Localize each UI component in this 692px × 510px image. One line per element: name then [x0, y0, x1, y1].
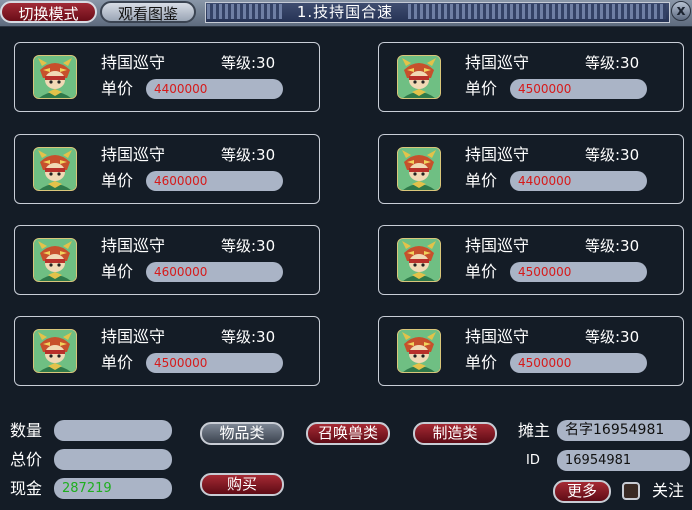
item-card[interactable]: 持国巡守 等级:30 单价 4500000: [378, 316, 684, 386]
dragon-warrior-portrait-icon: [397, 55, 441, 99]
stall-id-label: ID: [526, 453, 540, 468]
price-field: 4600000: [146, 171, 283, 191]
price-field: 4500000: [510, 353, 647, 373]
switch-mode-button[interactable]: 切换模式: [0, 1, 97, 23]
item-name: 持国巡守: [101, 145, 166, 164]
dragon-warrior-portrait-icon: [33, 329, 77, 373]
cash-field: 287219: [54, 478, 172, 499]
dragon-warrior-portrait-icon: [33, 147, 77, 191]
price-field: 4400000: [510, 171, 647, 191]
stall-id-field: 16954981: [557, 450, 690, 471]
item-card[interactable]: 持国巡守 等级:30 单价 4500000: [378, 42, 684, 112]
title-ornament-right: [408, 4, 666, 19]
item-name: 持国巡守: [465, 53, 530, 72]
summon-category-button[interactable]: 召唤兽类: [306, 422, 390, 445]
item-card[interactable]: 持国巡守 等级:30 单价 4500000: [378, 225, 684, 295]
cash-label: 现金: [10, 479, 43, 498]
item-level: 等级:30: [221, 54, 276, 72]
price-field: 4600000: [146, 262, 283, 282]
dragon-warrior-portrait-icon: [397, 329, 441, 373]
total-price-label: 总价: [10, 450, 43, 469]
item-name: 持国巡守: [101, 53, 166, 72]
price-field: 4400000: [146, 79, 283, 99]
price-field: 4500000: [510, 262, 647, 282]
item-card[interactable]: 持国巡守 等级:30 单价 4600000: [14, 225, 320, 295]
item-name: 持国巡守: [465, 327, 530, 346]
price-label: 单价: [465, 79, 498, 98]
title-bar: 切换模式 观看图鉴 1.技持国合速 x: [0, 0, 692, 27]
item-name: 持国巡守: [465, 236, 530, 255]
crafting-category-button[interactable]: 制造类: [413, 422, 497, 445]
dragon-warrior-portrait-icon: [33, 55, 77, 99]
more-button[interactable]: 更多: [553, 480, 611, 503]
item-level: 等级:30: [585, 146, 640, 164]
dragon-warrior-portrait-icon: [397, 238, 441, 282]
item-level: 等级:30: [585, 54, 640, 72]
item-level: 等级:30: [585, 328, 640, 346]
total-price-field: [54, 449, 172, 470]
item-level: 等级:30: [221, 328, 276, 346]
price-label: 单价: [101, 262, 134, 281]
buy-button[interactable]: 购买: [200, 473, 284, 496]
dragon-warrior-portrait-icon: [33, 238, 77, 282]
item-card[interactable]: 持国巡守 等级:30 单价 4500000: [14, 316, 320, 386]
item-name: 持国巡守: [101, 327, 166, 346]
item-level: 等级:30: [221, 146, 276, 164]
price-label: 单价: [465, 262, 498, 281]
follow-label: 关注: [652, 481, 685, 500]
stall-owner-label: 摊主: [518, 421, 551, 440]
price-field: 4500000: [146, 353, 283, 373]
title-ornament-left: [207, 4, 282, 19]
stall-owner-field: 名字16954981: [557, 420, 690, 441]
price-label: 单价: [465, 171, 498, 190]
quantity-input[interactable]: [54, 420, 172, 441]
item-level: 等级:30: [221, 237, 276, 255]
follow-checkbox[interactable]: [622, 482, 640, 500]
items-category-button[interactable]: 物品类: [200, 422, 284, 445]
dragon-warrior-portrait-icon: [397, 147, 441, 191]
close-icon[interactable]: x: [671, 1, 691, 21]
price-label: 单价: [101, 171, 134, 190]
item-card[interactable]: 持国巡守 等级:30 单价 4600000: [14, 134, 320, 204]
item-card[interactable]: 持国巡守 等级:30 单价 4400000: [378, 134, 684, 204]
window-title: 1.技持国合速: [296, 3, 394, 21]
price-label: 单价: [465, 353, 498, 372]
price-label: 单价: [101, 353, 134, 372]
view-catalog-button[interactable]: 观看图鉴: [100, 1, 196, 23]
item-level: 等级:30: [585, 237, 640, 255]
quantity-label: 数量: [10, 421, 43, 440]
item-name: 持国巡守: [101, 236, 166, 255]
price-field: 4500000: [510, 79, 647, 99]
item-name: 持国巡守: [465, 145, 530, 164]
price-label: 单价: [101, 79, 134, 98]
item-card[interactable]: 持国巡守 等级:30 单价 4400000: [14, 42, 320, 112]
